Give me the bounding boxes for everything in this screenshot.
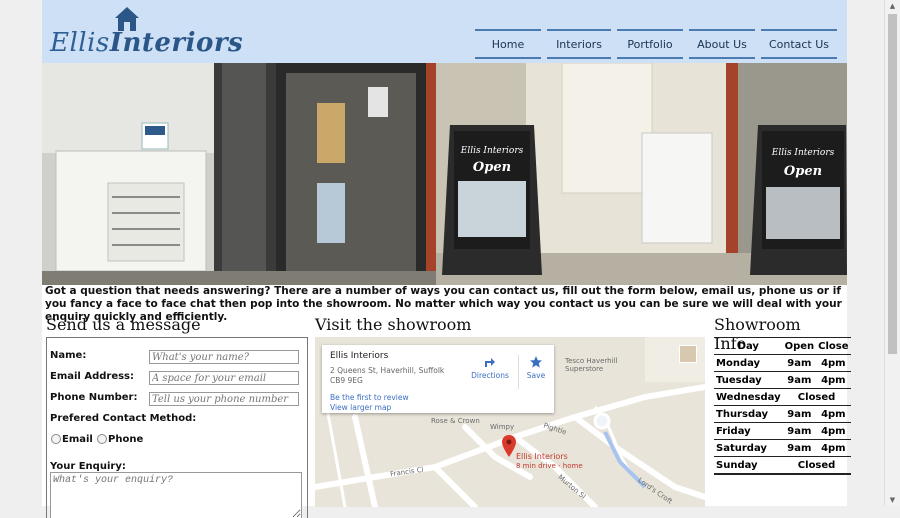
map-label-tesco: Tesco Haverhill Superstore <box>565 357 618 373</box>
hours-title: Showroom Info <box>714 315 801 353</box>
name-label: Name: <box>50 350 87 361</box>
hours-table: Day Open Close Monday 9am 4pm Tuesday 9a… <box>714 337 851 475</box>
open-cell: 9am <box>782 439 817 457</box>
avatar-icon[interactable] <box>679 345 697 363</box>
close-cell: 4pm <box>816 405 851 423</box>
radio-phone[interactable] <box>97 434 107 444</box>
sign-right-brand: Ellis Interiors <box>771 148 835 158</box>
contact-method-label: Prefered Contact Method: <box>50 413 197 424</box>
day-cell: Sunday <box>714 456 783 475</box>
table-row: Friday 9am 4pm <box>714 422 851 440</box>
table-row: Monday 9am 4pm <box>714 354 851 372</box>
header-day: Day <box>714 337 783 355</box>
map-pin-name: Ellis Interiors <box>516 452 568 461</box>
radio-email-label: Email <box>62 434 93 445</box>
star-icon <box>530 356 542 368</box>
hours-header-row: Day Open Close <box>714 337 851 355</box>
map-label-wimpy: Wimpy <box>490 423 515 431</box>
email-label: Email Address: <box>50 371 135 382</box>
enquiry-label: Your Enquiry: <box>50 461 126 472</box>
logo-text-b: Interiors <box>109 28 244 58</box>
sign-right-open: Open <box>784 164 822 179</box>
map-label-rose: Rose & Crown <box>431 417 480 425</box>
table-row: Saturday 9am 4pm <box>714 439 851 457</box>
main-nav: Home Interiors Portfolio About Us Contac… <box>475 29 837 59</box>
directions-label: Directions <box>471 371 509 380</box>
card-divider <box>518 355 519 389</box>
day-cell: Thursday <box>714 405 783 423</box>
contact-form: Name: Email Address: Phone Number: Prefe… <box>46 337 308 518</box>
hours-section: Showroom Info Day Open Close Monday 9am … <box>714 315 851 475</box>
map-card-title: Ellis Interiors <box>330 351 389 361</box>
nav-home[interactable]: Home <box>475 29 541 59</box>
review-link[interactable]: Be the first to review <box>330 393 409 402</box>
logo[interactable]: EllisInteriors <box>50 6 243 60</box>
close-cell: 4pm <box>816 354 851 372</box>
showroom-photo: Ellis Interiors Open Ellis Interiors Ope… <box>42 63 847 285</box>
open-cell: 9am <box>782 371 817 389</box>
hero-image: Ellis Interiors Open Ellis Interiors Ope… <box>42 63 847 285</box>
phone-label: Phone Number: <box>50 392 138 403</box>
name-input[interactable] <box>149 350 299 364</box>
day-cell: Wednesday <box>714 388 783 406</box>
map-pin-sub: 8 min drive - home <box>516 462 583 470</box>
day-cell: Monday <box>714 354 783 372</box>
showroom-title: Visit the showroom <box>315 315 472 334</box>
directions-icon <box>485 358 495 367</box>
showroom-section: Visit the showroom Tesco Haverhill Super… <box>315 315 705 507</box>
larger-map-link[interactable]: View larger map <box>330 403 391 412</box>
message-section: Send us a message Name: Email Address: P… <box>46 315 308 518</box>
logo-text: EllisInteriors <box>50 28 243 58</box>
day-cell: Saturday <box>714 439 783 457</box>
day-cell: Tuesday <box>714 371 783 389</box>
open-sign-right: Ellis Interiors Open <box>750 125 847 275</box>
email-input[interactable] <box>149 371 299 385</box>
message-title: Send us a message <box>46 315 201 334</box>
closed-cell: Closed <box>782 456 851 475</box>
nav-interiors[interactable]: Interiors <box>547 29 611 59</box>
open-sign-left: Ellis Interiors Open <box>442 125 542 275</box>
embedded-map[interactable]: Tesco Haverhill Superstore Rose & Crown … <box>315 337 705 507</box>
open-cell: 9am <box>782 354 817 372</box>
close-cell: 4pm <box>816 422 851 440</box>
nav-contact-us[interactable]: Contact Us <box>761 29 837 59</box>
save-button[interactable]: Save <box>522 355 550 380</box>
scroll-thumb[interactable] <box>888 14 897 354</box>
table-row: Thursday 9am 4pm <box>714 405 851 423</box>
map-card-address: 2 Queens St, Haverhill, Suffolk CB9 9EG <box>330 366 445 385</box>
directions-button[interactable]: Directions <box>470 355 510 380</box>
header-close: Close <box>816 337 851 355</box>
nav-portfolio[interactable]: Portfolio <box>617 29 683 59</box>
phone-input[interactable] <box>149 392 299 406</box>
table-row: Wednesday Closed <box>714 388 851 406</box>
close-cell: 4pm <box>816 371 851 389</box>
header-open: Open <box>782 337 817 355</box>
day-cell: Friday <box>714 422 783 440</box>
open-cell: 9am <box>782 422 817 440</box>
logo-text-a: Ellis <box>50 28 110 58</box>
radio-email[interactable] <box>51 434 61 444</box>
scrollbar[interactable]: ▲ ▼ <box>884 0 900 506</box>
sign-left-brand: Ellis Interiors <box>460 146 524 156</box>
table-row: Tuesday 9am 4pm <box>714 371 851 389</box>
scroll-down-arrow-icon[interactable]: ▼ <box>885 494 900 506</box>
radio-phone-label: Phone <box>108 434 144 445</box>
site-header: EllisInteriors Home Interiors Portfolio … <box>42 0 847 63</box>
closed-cell: Closed <box>782 388 851 406</box>
nav-about-us[interactable]: About Us <box>689 29 755 59</box>
map-pin-icon[interactable] <box>502 435 516 457</box>
sign-left-open: Open <box>473 160 511 175</box>
save-label: Save <box>526 371 546 380</box>
close-cell: 4pm <box>816 439 851 457</box>
open-cell: 9am <box>782 405 817 423</box>
table-row: Sunday Closed <box>714 456 851 475</box>
scroll-up-arrow-icon[interactable]: ▲ <box>885 0 900 12</box>
map-info-card: Ellis Interiors 2 Queens St, Haverhill, … <box>322 345 554 413</box>
page: EllisInteriors Home Interiors Portfolio … <box>42 0 851 518</box>
enquiry-textarea[interactable] <box>50 472 302 518</box>
